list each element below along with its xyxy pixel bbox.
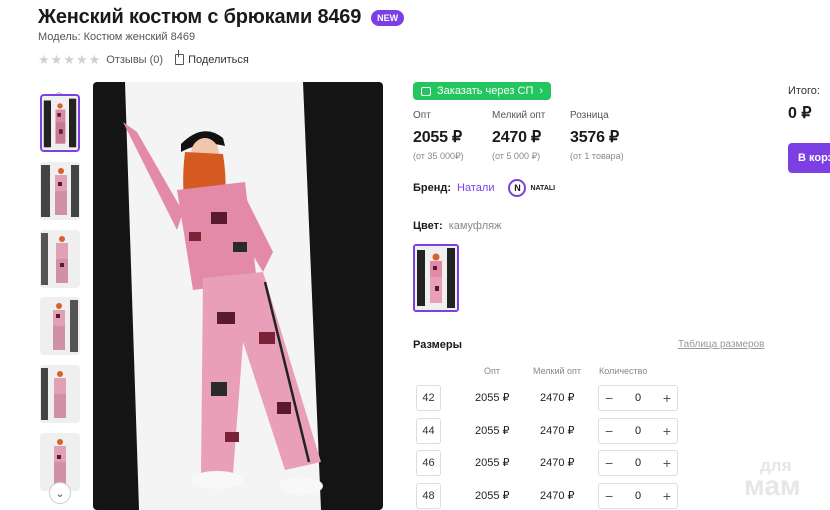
reviews-link[interactable]: Отзывы (0) — [106, 54, 163, 66]
minus-button[interactable]: − — [605, 391, 613, 405]
thumbnail[interactable] — [40, 162, 80, 220]
main-product-photo[interactable] — [93, 82, 383, 510]
color-label: Цвет: — [413, 220, 443, 232]
star-icon: ★ — [63, 52, 75, 67]
size-label: 46 — [416, 450, 441, 476]
brand-label: Бренд: — [413, 182, 452, 194]
brand-row: Бренд: Натали N NATALI — [413, 179, 555, 197]
price-label: Розница — [570, 110, 609, 121]
share-button[interactable]: Поделиться — [175, 50, 249, 66]
price-retail: Розница 3576 ₽ (от 1 товара) — [570, 110, 624, 161]
size-row: 48 2055 ₽ 2470 ₽ − 0 + — [416, 483, 686, 509]
price-label: Опт — [413, 110, 431, 121]
product-photo-image — [93, 82, 383, 510]
column-header-quantity: Количество — [599, 366, 648, 376]
minus-button[interactable]: − — [605, 489, 613, 503]
quantity-stepper: − 0 + — [598, 483, 678, 509]
size-price-opt: 2055 ₽ — [475, 392, 510, 404]
thumbnail-image — [40, 297, 80, 355]
total-label: Итого: — [788, 85, 820, 97]
thumbnail[interactable] — [40, 297, 80, 355]
watermark-line2: мам — [744, 470, 801, 502]
price-value: 2055 ₽ — [413, 129, 463, 146]
column-header-opt: Опт — [484, 366, 500, 376]
rating-row: ★ ★ ★ ★ ★ Отзывы (0) Поделиться — [38, 50, 249, 66]
plus-button[interactable]: + — [663, 424, 671, 438]
size-price-opt: 2055 ₽ — [475, 457, 510, 469]
minus-button[interactable]: − — [605, 424, 613, 438]
price-opt: Опт 2055 ₽ (от 35 000₽) — [413, 110, 464, 162]
product-model: Модель: Костюм женский 8469 — [38, 31, 196, 43]
brand-logo[interactable]: N NATALI — [508, 179, 555, 197]
plus-button[interactable]: + — [663, 456, 671, 470]
share-label: Поделиться — [188, 53, 249, 66]
star-icon: ★ — [50, 52, 63, 67]
color-swatch-camo[interactable] — [413, 244, 459, 312]
size-label: 44 — [416, 418, 441, 444]
plus-button[interactable]: + — [663, 391, 671, 405]
size-chart-link[interactable]: Таблица размеров — [678, 339, 764, 350]
size-row: 44 2055 ₽ 2470 ₽ − 0 + — [416, 418, 686, 444]
size-label: 48 — [416, 483, 441, 509]
size-row: 42 2055 ₽ 2470 ₽ − 0 + — [416, 385, 686, 411]
price-condition: (от 5 000 ₽) — [492, 151, 541, 161]
order-via-sp-button[interactable]: Заказать через СП › — [413, 82, 552, 100]
price-value: 2470 ₽ — [492, 129, 542, 146]
minus-button[interactable]: − — [605, 456, 613, 470]
size-price-small-opt: 2470 ₽ — [540, 425, 575, 437]
star-icon: ★ — [38, 52, 50, 67]
size-row: 46 2055 ₽ 2470 ₽ − 0 + — [416, 450, 686, 476]
quantity-stepper: − 0 + — [598, 418, 678, 444]
star-icon: ★ — [75, 52, 88, 67]
size-price-small-opt: 2470 ₽ — [540, 392, 575, 404]
price-label: Мелкий опт — [492, 110, 546, 121]
cart-icon — [421, 86, 431, 96]
brand-logo-text: NATALI — [530, 184, 556, 192]
add-to-cart-button[interactable]: В корзину — [788, 143, 830, 173]
chevron-right-icon: › — [539, 85, 544, 97]
thumbnail[interactable] — [40, 230, 80, 288]
color-row: Цвет: камуфляж — [413, 220, 501, 232]
chevron-down-icon[interactable]: ⌄ — [49, 482, 71, 504]
thumbnail-image — [42, 96, 78, 150]
thumbnail[interactable] — [40, 365, 80, 423]
brand-link[interactable]: Натали — [457, 182, 494, 194]
quantity-value[interactable]: 0 — [635, 392, 641, 404]
star-icon: ★ — [88, 52, 101, 67]
share-icon — [175, 50, 185, 65]
size-price-small-opt: 2470 ₽ — [540, 457, 575, 469]
quantity-stepper: − 0 + — [598, 385, 678, 411]
color-value: камуфляж — [448, 220, 502, 232]
column-header-small-opt: Мелкий опт — [533, 366, 582, 376]
total-value: 0 ₽ — [788, 105, 812, 122]
order-label: Заказать через СП — [437, 85, 534, 97]
size-price-small-opt: 2470 ₽ — [540, 490, 575, 502]
sizes-title: Размеры — [413, 339, 463, 351]
size-price-opt: 2055 ₽ — [475, 490, 510, 502]
thumbnail-strip: ︿ ⌄ — [38, 84, 82, 508]
size-price-opt: 2055 ₽ — [475, 425, 510, 437]
size-label: 42 — [416, 385, 441, 411]
brand-logo-icon: N — [508, 179, 527, 197]
quantity-value[interactable]: 0 — [635, 490, 641, 502]
color-swatch-image — [415, 246, 457, 310]
thumbnail-image — [40, 365, 80, 423]
quantity-value[interactable]: 0 — [635, 457, 641, 469]
price-small-opt: Мелкий опт 2470 ₽ (от 5 000 ₽) — [492, 110, 545, 162]
thumbnail-image — [40, 162, 80, 220]
new-badge: NEW — [371, 9, 405, 26]
price-condition: (от 1 товара) — [570, 151, 624, 161]
plus-button[interactable]: + — [663, 489, 671, 503]
title-row: Женский костюм с брюками 8469 NEW — [38, 6, 405, 29]
thumbnail[interactable] — [40, 94, 80, 152]
thumbnail-image — [40, 230, 80, 288]
price-value: 3576 ₽ — [570, 129, 620, 146]
price-condition: (от 35 000₽) — [413, 151, 464, 161]
quantity-value[interactable]: 0 — [635, 425, 641, 437]
quantity-stepper: − 0 + — [598, 450, 678, 476]
rating-stars: ★ ★ ★ ★ ★ — [38, 53, 100, 66]
product-title: Женский костюм с брюками 8469 — [38, 6, 362, 28]
watermark-logo: для мам — [744, 457, 801, 502]
